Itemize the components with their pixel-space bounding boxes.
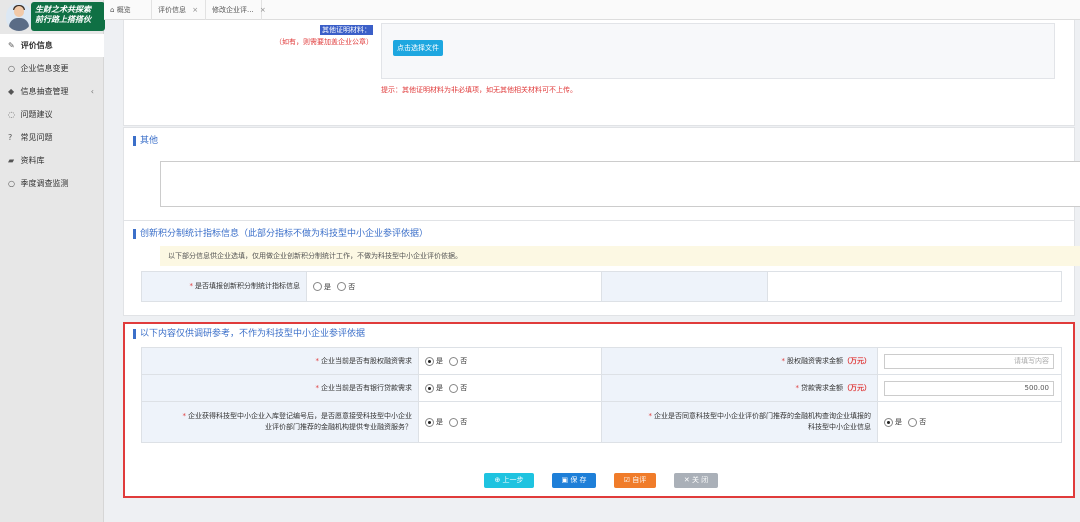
slogan-line-1: 生财之术共探索: [35, 5, 91, 14]
innovation-question-label: * 是否填报创新积分制统计指标信息: [141, 271, 307, 302]
upload-area: 点击选择文件: [381, 23, 1055, 79]
innovation-notice: 以下部分信息供企业选填，仅用做企业创新积分制统计工作，不做为科技型中小企业评价依…: [160, 246, 1080, 266]
brand-slogan: 生财之术共探索 前行路上搭搭伙: [31, 2, 105, 31]
home-icon: ⌂: [110, 6, 115, 14]
tab-edit-enterprise[interactable]: 修改企业评... ×: [206, 0, 266, 20]
highlight-frame: [123, 322, 1075, 498]
other-card: 其他: [123, 127, 1080, 222]
sidebar-item-spot-check[interactable]: ◆ 信息抽查管理 ‹: [0, 80, 104, 103]
sidebar-item-label: 企业信息变更: [20, 64, 69, 73]
empty-label-cell: [601, 271, 768, 302]
tab-label: 概览: [116, 6, 131, 14]
main-content: 其他证明材料： （如有，则需要加盖企业公章） 点击选择文件 提示：其他证明材料为…: [104, 20, 1080, 522]
other-proof-label: 其他证明材料：: [320, 25, 373, 35]
sidebar-item-label: 问题建议: [20, 110, 53, 119]
tab-label: 修改企业评...: [212, 6, 254, 14]
innovation-table: * 是否填报创新积分制统计指标信息 是 否: [141, 271, 1062, 302]
slogan-line-2: 前行路上搭搭伙: [35, 15, 91, 24]
tab-overview[interactable]: ⌂ 概览: [104, 0, 152, 20]
sidebar-menu: ✎ 评价信息 ○ 企业信息变更 ◆ 信息抽查管理 ‹ ◌ 问题建议 ? 常见问题…: [0, 34, 104, 195]
other-textarea[interactable]: [160, 161, 1080, 207]
sidebar-item-faq[interactable]: ? 常见问题: [0, 126, 104, 149]
circle-icon: ○: [8, 179, 15, 188]
sidebar-item-label: 常见问题: [20, 133, 53, 142]
chevron-left-icon: ‹: [90, 87, 94, 96]
tag-icon: ◆: [8, 87, 15, 96]
empty-value-cell: [767, 271, 1062, 302]
plus-circle-icon: ⊕: [494, 476, 501, 484]
avatar[interactable]: [6, 3, 32, 31]
edit-icon: ✎: [8, 41, 15, 50]
radio-yes[interactable]: [313, 282, 322, 291]
circle-icon: ○: [8, 64, 15, 73]
upload-tip: 提示：其他证明材料为非必填项，如无其他相关材料可不上传。: [381, 86, 577, 94]
sidebar: 生财之术共探索 前行路上搭搭伙 ✎ 评价信息 ○ 企业信息变更 ◆ 信息抽查管理…: [0, 0, 105, 522]
comment-icon: ◌: [8, 110, 15, 119]
sidebar-item-library[interactable]: ▰ 资料库: [0, 149, 104, 172]
folder-icon: ▰: [8, 156, 15, 165]
sidebar-item-label: 评价信息: [20, 41, 53, 50]
save-icon: ▣: [561, 476, 569, 484]
company-seal-hint: （如有，则需要加盖企业公章）: [275, 38, 373, 46]
radio-no[interactable]: [337, 282, 347, 291]
close-icon[interactable]: ×: [192, 6, 198, 14]
sidebar-item-evaluation[interactable]: ✎ 评价信息: [0, 34, 104, 57]
tab-bar: ⌂ 概览 评价信息 × 修改企业评... ×: [104, 0, 1080, 20]
question-icon: ?: [8, 133, 13, 142]
innovation-card: 创新积分制统计指标信息（此部分指标不做为科技型中小企业参评依据） 以下部分信息供…: [123, 220, 1080, 316]
self-evaluate-button[interactable]: ☑ 自评: [614, 473, 656, 488]
check-icon: ☑: [623, 476, 631, 484]
section-title-innovation: 创新积分制统计指标信息（此部分指标不做为科技型中小企业参评依据）: [133, 229, 428, 239]
sidebar-item-label: 季度调查监测: [20, 179, 69, 188]
sidebar-item-quarterly-survey[interactable]: ○ 季度调查监测: [0, 172, 104, 195]
tab-label: 评价信息: [158, 6, 186, 14]
tab-evaluation-info[interactable]: 评价信息 ×: [152, 0, 206, 20]
user-box: 生财之术共探索 前行路上搭搭伙: [0, 0, 105, 34]
innovation-radio-group: 是 否: [306, 271, 602, 302]
close-button[interactable]: ✕ 关 闭: [674, 473, 718, 488]
prev-step-button[interactable]: ⊕ 上一步: [484, 473, 534, 488]
section-title-other: 其他: [133, 136, 158, 146]
close-icon: ✕: [683, 476, 690, 484]
sidebar-item-suggestions[interactable]: ◌ 问题建议: [0, 103, 104, 126]
sidebar-item-label: 信息抽查管理: [20, 87, 69, 96]
other-proof-card: 其他证明材料： （如有，则需要加盖企业公章） 点击选择文件 提示：其他证明材料为…: [123, 20, 1075, 126]
sidebar-item-label: 资料库: [20, 156, 45, 165]
choose-file-button[interactable]: 点击选择文件: [393, 40, 443, 56]
save-button[interactable]: ▣ 保 存: [552, 473, 596, 488]
sidebar-item-info-change[interactable]: ○ 企业信息变更: [0, 57, 104, 80]
close-icon[interactable]: ×: [260, 6, 266, 14]
